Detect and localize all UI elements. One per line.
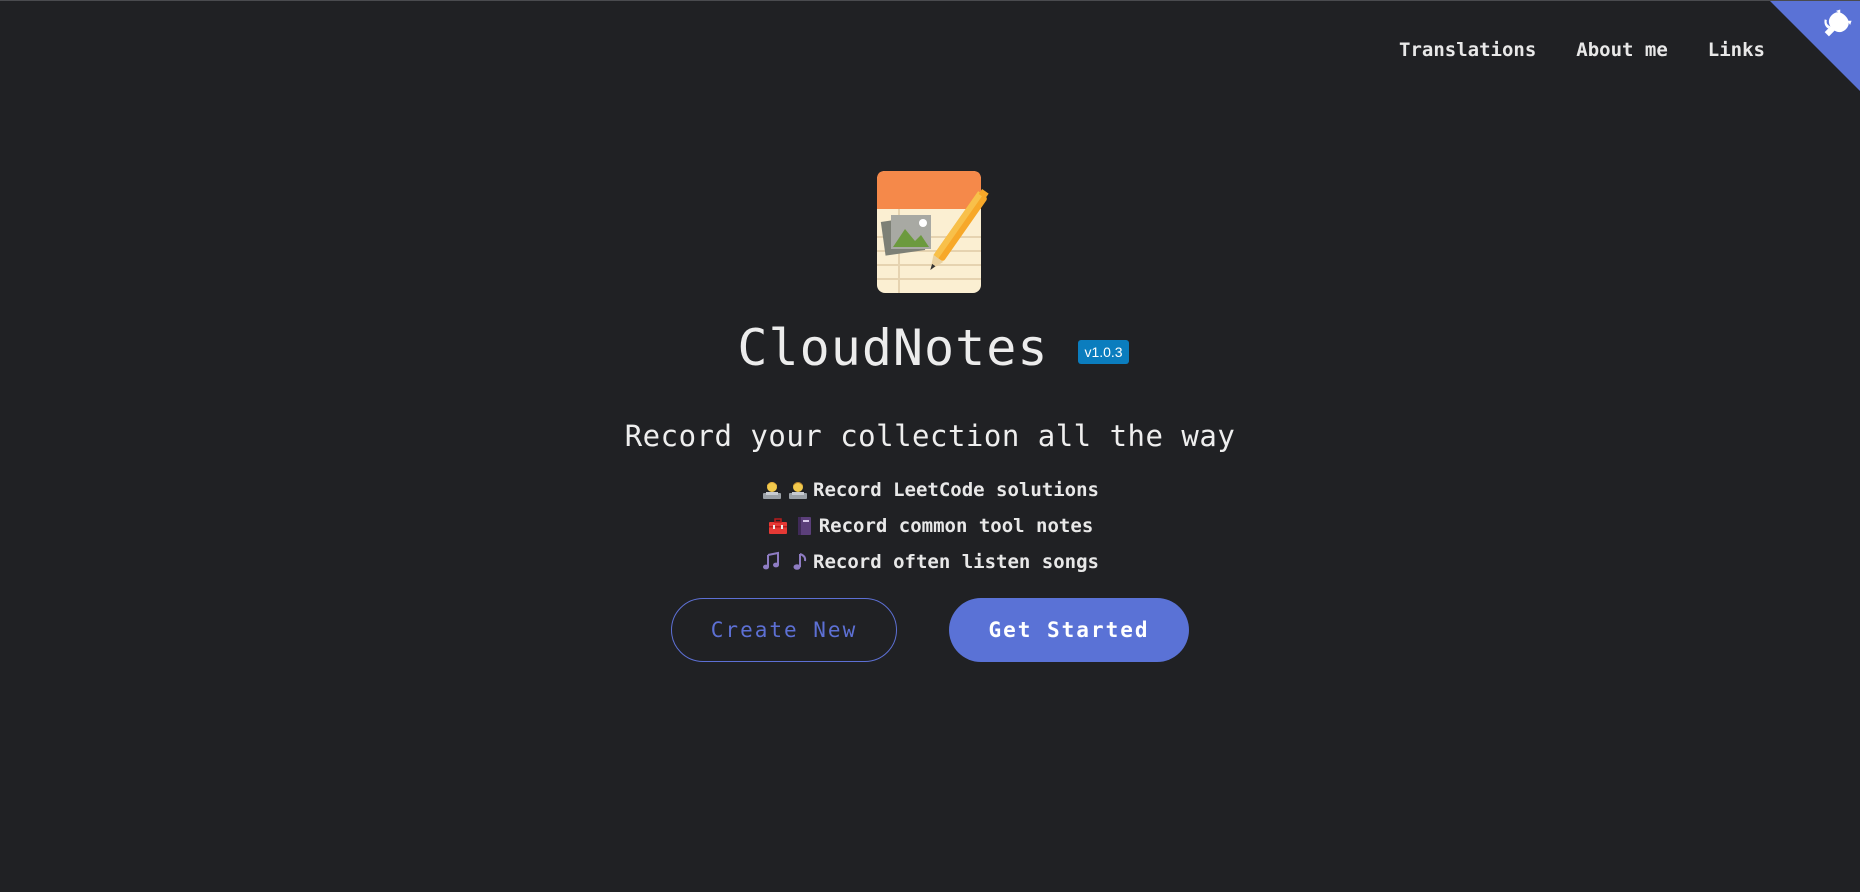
notebook-icon — [797, 516, 811, 535]
github-corner-link[interactable] — [1770, 1, 1860, 91]
nav-link-links[interactable]: Links — [1708, 39, 1765, 61]
nav-link-translations[interactable]: Translations — [1399, 39, 1536, 61]
page: Translations About me Links CloudNotes v… — [0, 0, 1860, 892]
musical-notes-icon — [763, 551, 779, 569]
notepad-logo-icon — [877, 171, 989, 293]
feature-label: Record often listen songs — [813, 550, 1099, 573]
toolbox-icon — [768, 517, 787, 534]
hero-section: CloudNotes v1.0.3 Record your collection… — [0, 169, 1860, 662]
version-badge: v1.0.3 — [1078, 340, 1129, 364]
create-new-button[interactable]: Create New — [671, 598, 897, 662]
get-started-button[interactable]: Get Started — [949, 598, 1189, 662]
app-title: CloudNotes — [737, 319, 1049, 377]
feature-list: Record LeetCode solutions Record common … — [761, 477, 1099, 574]
feature-label: Record LeetCode solutions — [813, 478, 1099, 501]
hero-actions: Create New Get Started — [671, 598, 1189, 662]
musical-note-icon — [793, 552, 807, 570]
tagline: Record your collection all the way — [624, 419, 1236, 453]
technologist-icon — [789, 481, 807, 499]
feature-label: Record common tool notes — [818, 514, 1094, 537]
nav-link-about-me[interactable]: About me — [1576, 39, 1668, 61]
feature-item-tool-notes: Record common tool notes — [767, 513, 1094, 538]
github-octocat-icon — [1770, 1, 1860, 91]
feature-item-leetcode: Record LeetCode solutions — [761, 477, 1099, 502]
feature-item-songs: Record often listen songs — [761, 549, 1099, 574]
title-row: CloudNotes v1.0.3 — [731, 319, 1129, 377]
top-nav: Translations About me Links — [1399, 39, 1765, 61]
technologist-icon — [763, 481, 781, 499]
